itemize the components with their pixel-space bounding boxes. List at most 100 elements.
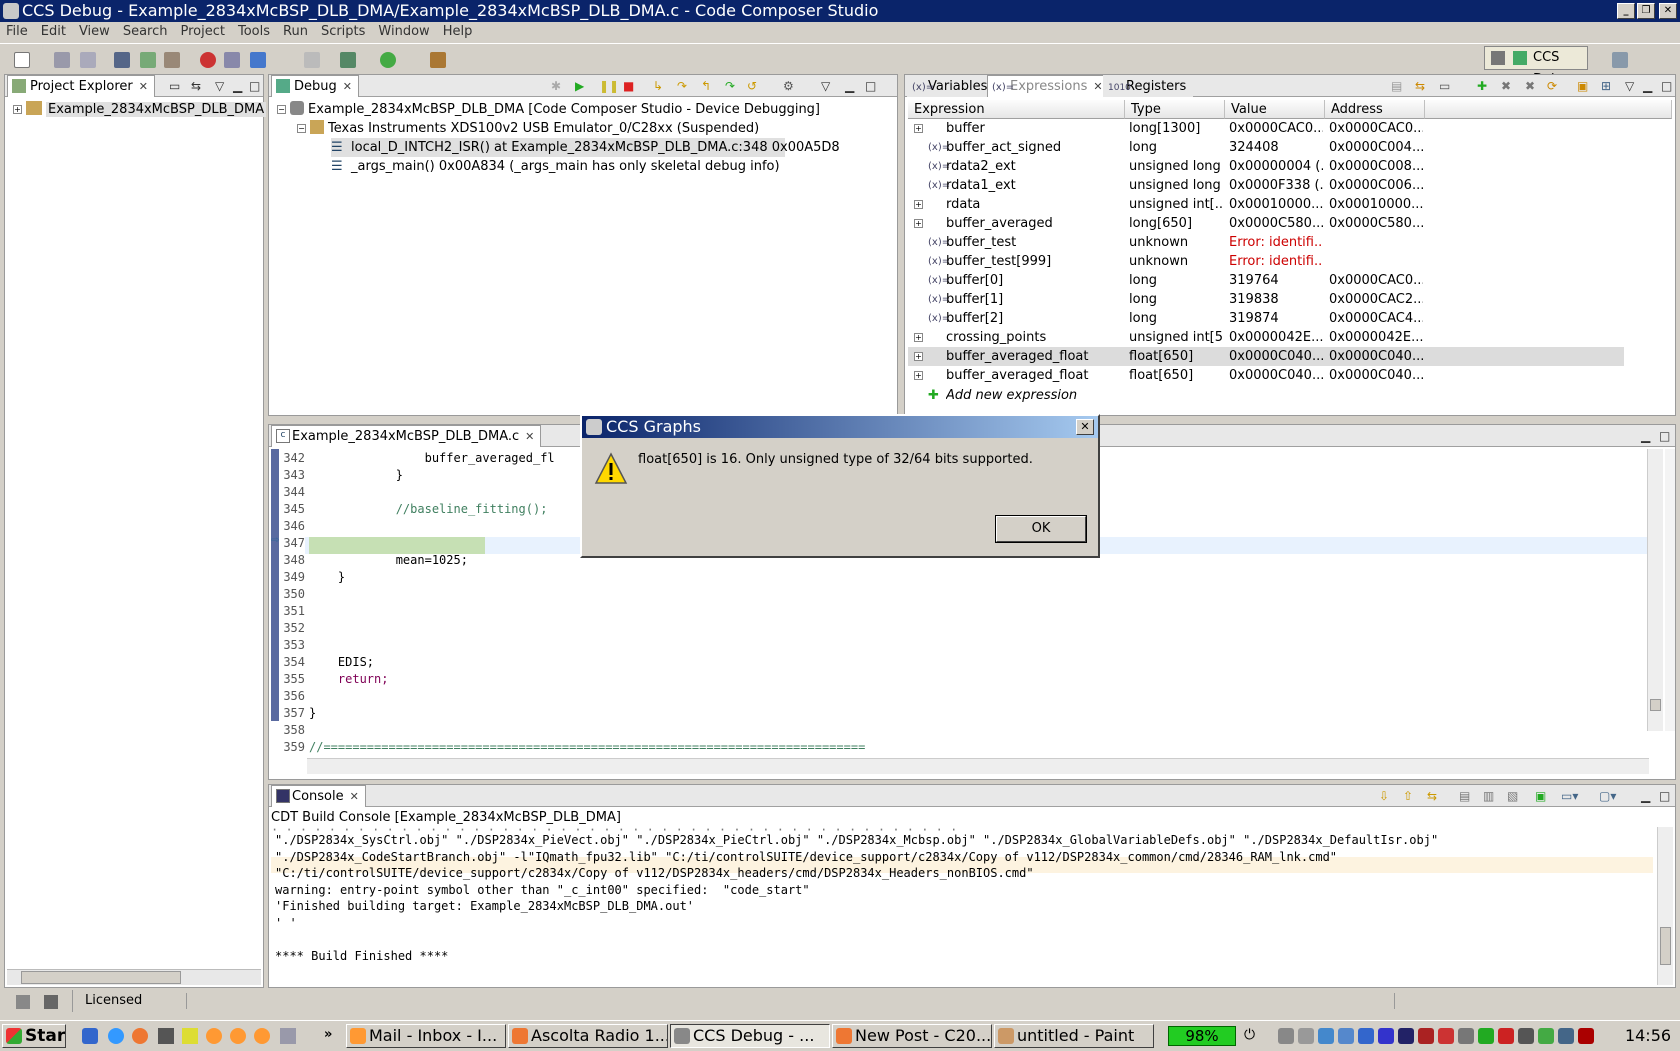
assembly-step-icon[interactable]: ↷ (725, 79, 735, 93)
tab-expressions[interactable]: (x)= Expressions ✕ (987, 75, 1110, 97)
load-icon[interactable] (164, 52, 180, 68)
maximize-view-icon[interactable]: □ (1661, 79, 1672, 93)
expand-icon[interactable]: + (914, 124, 923, 133)
new-view-icon[interactable]: ▣ (1577, 79, 1588, 93)
tray-icon[interactable] (1378, 1028, 1394, 1044)
minimize-view-icon[interactable]: ▁ (1641, 789, 1650, 803)
quicklaunch-icon[interactable] (82, 1028, 98, 1044)
maximize-view-icon[interactable]: □ (865, 79, 876, 93)
terminal-icon[interactable] (304, 52, 320, 68)
folder-icon[interactable] (182, 1028, 198, 1044)
task-ccs-debug[interactable]: CCS Debug - ... (670, 1024, 830, 1048)
tab-registers[interactable]: 1010 Registers (1103, 75, 1194, 97)
battery-indicator[interactable]: 98% (1168, 1026, 1236, 1046)
task-paint[interactable]: untitled - Paint (994, 1024, 1154, 1048)
app-icon[interactable] (230, 1028, 246, 1044)
menu-tools[interactable]: Tools (232, 22, 277, 41)
expression-row[interactable]: (x)= rdata2_ext unsigned long 0x00000004 (.… (908, 157, 1624, 176)
collapse-all-icon[interactable]: ▭ (1439, 79, 1450, 93)
menu-edit[interactable]: Edit (35, 22, 73, 41)
tray-icon[interactable] (1478, 1028, 1494, 1044)
chevron-right-icon[interactable]: » (324, 1027, 332, 1042)
expression-row[interactable]: + buffer_averaged_float float[650] 0x0000C0… (908, 366, 1624, 385)
expression-row[interactable]: (x)= buffer_test[999] unknown Error: identi… (908, 252, 1624, 271)
ok-button[interactable]: OK (995, 515, 1087, 543)
expression-row[interactable]: (x)= buffer_test unknown Error: identifi... (908, 233, 1624, 252)
start-button[interactable]: Start (2, 1024, 66, 1048)
step-return-icon[interactable]: ↰ (701, 79, 711, 93)
perspective-switcher[interactable]: CCS Debug (1484, 46, 1588, 87)
column-header-expression[interactable]: Expression (908, 100, 1125, 119)
menu-search[interactable]: Search (117, 22, 175, 41)
app-icon[interactable] (254, 1028, 270, 1044)
minimize-view-icon[interactable]: ▁ (845, 79, 854, 93)
close-icon[interactable]: ✕ (350, 786, 359, 808)
save-icon[interactable] (54, 52, 70, 68)
tray-icon[interactable] (1298, 1028, 1314, 1044)
column-header-address[interactable]: Address (1325, 100, 1425, 119)
menu-file[interactable]: File (0, 22, 35, 41)
show-type-names-icon[interactable]: ▤ (1391, 79, 1402, 93)
remove-terminated-icon[interactable]: ✱ (551, 79, 561, 93)
link-icon[interactable]: ⇆ (1427, 789, 1437, 803)
restore-button[interactable]: ❐ (1637, 3, 1655, 19)
tree-item-project[interactable]: + Example_2834xMcBSP_DLB_DMA (13, 100, 267, 119)
expand-icon[interactable]: + (914, 352, 923, 361)
chart-icon[interactable] (340, 52, 356, 68)
desktop-icon[interactable] (280, 1028, 296, 1044)
next-problem-icon[interactable]: ⇩ (1379, 789, 1389, 803)
expression-row[interactable]: (x)= buffer[2] long 319874 0x0000CAC4... (908, 309, 1624, 328)
view-menu-icon[interactable]: ▽ (1625, 79, 1634, 93)
power-plug-icon[interactable]: ⏻ (1244, 1027, 1262, 1045)
refresh-icon[interactable]: ⟳ (1547, 79, 1557, 93)
breakpoint-icon[interactable] (200, 52, 216, 68)
minimize-button[interactable]: _ (1617, 3, 1635, 19)
ie-icon[interactable] (108, 1028, 124, 1044)
expression-row[interactable]: + buffer_averaged_float float[650] 0x0000C0… (908, 347, 1624, 366)
tray-icon[interactable] (1518, 1028, 1534, 1044)
maximize-view-icon[interactable]: □ (1659, 789, 1670, 803)
add-new-expression-row[interactable]: ✚ Add new expression (908, 386, 1624, 405)
expression-row[interactable]: (x)= buffer[0] long 319764 0x0000CAC0... (908, 271, 1624, 290)
expand-icon[interactable]: + (914, 371, 923, 380)
menu-project[interactable]: Project (174, 22, 231, 41)
expression-row[interactable]: + buffer long[1300] 0x0000CAC0... 0x0000CAC0… (908, 119, 1624, 138)
expand-icon[interactable]: + (914, 333, 923, 342)
scrollbar-thumb[interactable] (1660, 927, 1671, 965)
tray-icon[interactable] (1538, 1028, 1554, 1044)
minimize-view-icon[interactable]: ▁ (233, 79, 242, 93)
perspective-menu-icon[interactable] (1612, 52, 1628, 68)
previous-problem-icon[interactable]: ⇧ (1403, 789, 1413, 803)
tray-icon[interactable] (1338, 1028, 1354, 1044)
save-all-icon[interactable] (80, 52, 96, 68)
view-menu-icon[interactable]: ▽ (821, 79, 830, 93)
column-header-value[interactable]: Value (1225, 100, 1325, 119)
collapse-all-icon[interactable]: ▭ (169, 79, 180, 93)
horizontal-scrollbar[interactable] (7, 969, 261, 985)
display-console-icon[interactable]: ▭▾ (1561, 789, 1578, 803)
menu-scripts[interactable]: Scripts (315, 22, 372, 41)
expand-icon[interactable]: + (914, 219, 923, 228)
step-into-icon[interactable]: ↳ (653, 79, 663, 93)
view-menu-icon[interactable]: ▽ (215, 79, 224, 93)
expand-icon[interactable]: + (13, 105, 22, 114)
close-icon[interactable]: ✕ (525, 426, 534, 448)
show-logical-icon[interactable]: ⇆ (1415, 79, 1425, 93)
tray-icon[interactable] (1458, 1028, 1474, 1044)
link-editor-icon[interactable]: ⇆ (191, 79, 201, 93)
tab-debug[interactable]: Debug ✕ (271, 75, 359, 97)
expand-icon[interactable]: + (914, 200, 923, 209)
remove-expression-icon[interactable]: ✖ (1501, 79, 1511, 93)
suspend-icon[interactable]: ❚❚ (599, 79, 619, 93)
fast-view-icon[interactable] (16, 995, 30, 1009)
menu-run[interactable]: Run (277, 22, 315, 41)
expression-row[interactable]: (x)= buffer[1] long 319838 0x0000CAC2... (908, 290, 1624, 309)
tray-icon[interactable] (1558, 1028, 1574, 1044)
menu-help[interactable]: Help (437, 22, 480, 41)
collapse-icon[interactable]: − (277, 105, 286, 114)
terminate-icon[interactable]: ■ (623, 79, 634, 93)
pin-console-icon[interactable]: ▣ (1535, 789, 1546, 803)
tray-icon[interactable] (1498, 1028, 1514, 1044)
firefox-icon[interactable] (132, 1028, 148, 1044)
close-icon[interactable]: ✕ (1093, 76, 1102, 98)
